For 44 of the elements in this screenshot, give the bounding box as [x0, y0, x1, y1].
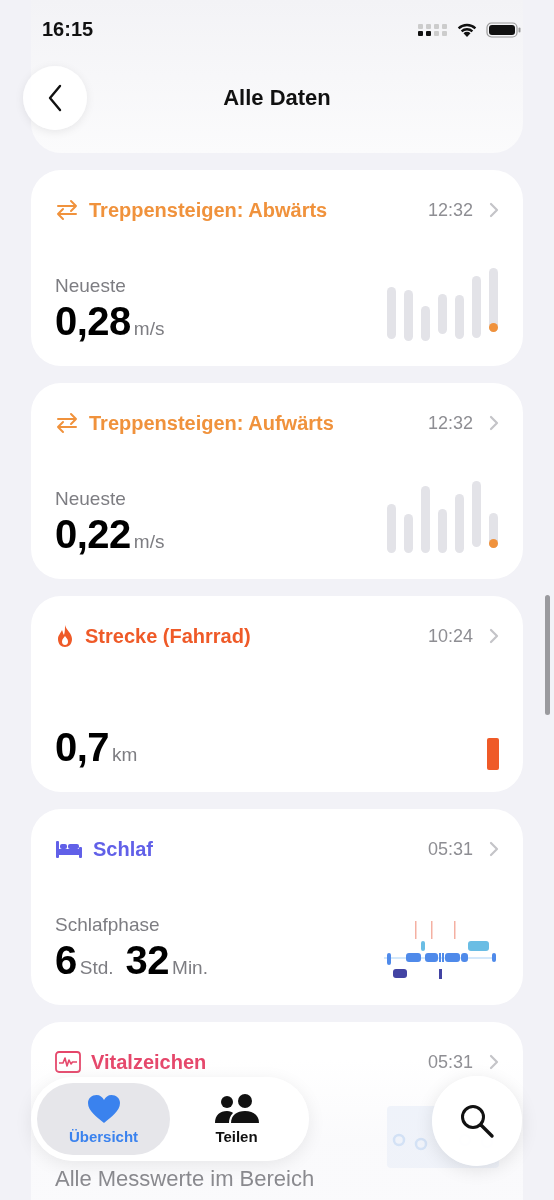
data-card[interactable]: Strecke (Fahrrad) 10:24 0,7 km	[31, 596, 523, 792]
card-time: 05:31	[427, 1051, 473, 1073]
chevron-right-icon	[489, 628, 499, 644]
card-time: 12:32	[427, 412, 473, 434]
card-title: Strecke (Fahrrad)	[85, 624, 252, 648]
signal-icon	[418, 23, 448, 36]
chevron-right-icon	[489, 202, 499, 218]
heart-icon	[86, 1093, 121, 1124]
card-time: 10:24	[427, 625, 473, 647]
value-unit: m/s	[133, 531, 165, 553]
card-title: Treppensteigen: Aufwärts	[89, 411, 335, 435]
value-unit: m/s	[133, 318, 165, 340]
chevron-right-icon	[489, 841, 499, 857]
data-card[interactable]: Treppensteigen: Abwärts 12:32 Neueste 0,28 m/s	[31, 170, 523, 366]
value-number: 6	[55, 938, 77, 983]
card-title: Vitalzeichen	[91, 1050, 208, 1074]
wifi-icon	[456, 21, 478, 38]
chevron-right-icon	[489, 415, 499, 431]
value-number: 0,22	[55, 512, 131, 557]
battery-icon	[486, 21, 522, 38]
card-label: Neueste	[55, 275, 127, 297]
chevron-right-icon	[489, 1054, 499, 1070]
value-unit: Min.	[172, 957, 208, 979]
chevron-left-icon	[47, 84, 63, 112]
value-unit: km	[112, 744, 138, 766]
card-label: Neueste	[55, 488, 127, 510]
card-title: Treppensteigen: Abwärts	[89, 198, 329, 222]
value-number: 0,7	[55, 725, 110, 770]
search-icon	[459, 1103, 495, 1139]
tab[interactable]: Teilen	[170, 1083, 303, 1155]
people-icon	[213, 1093, 260, 1124]
page-title: Alle Daten	[223, 85, 331, 111]
value-unit: Std.	[79, 957, 114, 979]
data-card[interactable]: Treppensteigen: Aufwärts 12:32 Neueste 0,22 m/s	[31, 383, 523, 579]
card-label: Schlafphase	[55, 914, 161, 936]
value-number: 0,28	[55, 299, 131, 344]
status-time: 16:15	[42, 18, 94, 41]
data-card[interactable]: Schlaf 05:31 Schlafphase 6 Std. 32 Min.	[31, 809, 523, 1005]
card-time: 05:31	[427, 838, 473, 860]
card-title: Schlaf	[93, 837, 155, 861]
card-label: Alle Messwerte im Bereich	[55, 1166, 315, 1192]
bar-chart	[487, 738, 499, 770]
value-number: 32	[125, 938, 170, 983]
card-time: 12:32	[427, 199, 473, 221]
